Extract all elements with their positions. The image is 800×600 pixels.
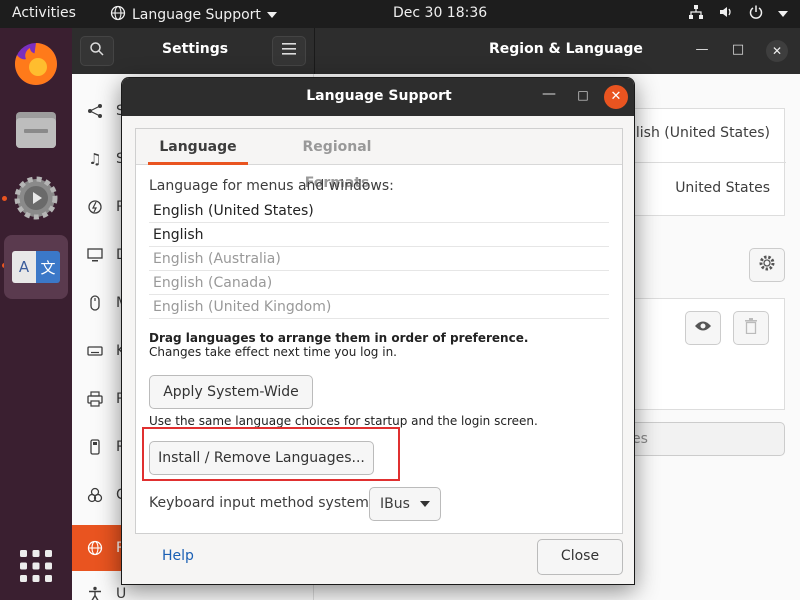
globe-icon [110,5,126,25]
accessibility-icon [86,585,104,600]
close-button[interactable]: ✕ [604,85,628,109]
app-menu-label: Language Support [132,7,261,23]
files-launcher[interactable] [4,100,68,164]
maximize-icon: □ [577,88,589,102]
clock[interactable]: Dec 30 18:36 [393,5,487,21]
search-button[interactable] [80,36,114,66]
settings-header-bar: Settings Region & Language — □ ✕ [72,28,800,74]
list-item[interactable]: English [149,223,609,247]
tab-regional-formats[interactable]: Regional Formats [272,129,402,191]
drag-instructions: Drag languages to arrange them in order … [149,331,528,359]
apply-system-wide-button[interactable]: Apply System-Wide [149,375,313,409]
hamburger-icon [282,43,296,59]
options-button[interactable] [749,248,785,282]
trash-icon [744,318,758,338]
dialog-header-bar: Language Support — □ ✕ [122,78,634,116]
mouse-icon [86,294,104,312]
header-divider [314,28,315,74]
list-item[interactable]: English (United Kingdom) [149,295,609,319]
language-list-label: Language for menus and windows: [149,178,394,194]
list-item[interactable]: English (United States) [149,199,609,223]
display-icon [86,246,104,264]
settings-title: Settings [162,41,229,57]
firefox-icon [12,40,60,92]
maximize-icon: □ [731,42,745,57]
tab-bar: Language Regional Formats [136,129,622,191]
drag-instructions-bold: Drag languages to arrange them in order … [149,331,529,345]
preview-input-source-button[interactable] [685,311,721,345]
chevron-down-icon [419,501,430,507]
settings-icon [13,175,59,225]
dock: A 文 [0,28,72,600]
sidebar-item-label: U [116,586,127,600]
gear-icon [758,254,776,276]
app-menu[interactable]: Language Support [110,5,277,25]
close-icon: ✕ [771,44,783,58]
globe-icon [86,539,104,557]
eye-icon [694,319,712,337]
keyboard-icon [86,342,104,360]
main-menu-button[interactable] [272,36,306,66]
help-button[interactable]: Help [162,548,194,564]
close-button[interactable]: ✕ [766,40,788,62]
top-bar: Activities Language Support Dec 30 18:36 [0,0,800,28]
activities-button[interactable]: Activities [12,5,76,21]
power-icon [748,4,764,24]
firefox-launcher[interactable] [4,34,68,98]
minimize-button[interactable]: — [692,42,712,62]
tab-panel: Language Regional Formats Language for m… [135,128,623,534]
chevron-down-icon [266,12,277,18]
panel-title: Region & Language [489,41,643,57]
close-icon: ✕ [610,89,622,104]
minimize-icon: — [695,42,709,57]
drag-instructions-detail: Changes take effect next time you log in… [149,345,397,359]
language-row-value[interactable]: nglish (United States) [618,125,770,141]
color-icon [86,486,104,504]
list-item[interactable]: English (Canada) [149,271,609,295]
share-icon [86,102,104,120]
files-icon [13,107,59,157]
chevron-down-icon [778,11,788,17]
maximize-button[interactable]: □ [728,42,748,62]
language-support-icon: A 文 [12,251,60,283]
apply-system-wide-note: Use the same language choices for startu… [149,414,538,428]
show-applications-button[interactable] [4,536,68,600]
music-icon: ♫ [88,150,102,168]
close-dialog-button[interactable]: Close [537,539,623,575]
settings-launcher[interactable] [4,168,68,232]
maximize-button[interactable]: □ [573,88,593,102]
printer-icon [86,390,104,408]
minimize-icon: — [542,86,556,102]
app-grid-icon [19,549,53,587]
remove-input-source-button[interactable] [733,311,769,345]
formats-row-value[interactable]: United States [675,180,770,196]
search-icon [89,41,105,61]
keyboard-input-method-select[interactable]: IBus [369,487,441,521]
install-remove-languages-button[interactable]: Install / Remove Languages... [149,441,374,475]
system-tray[interactable] [688,4,788,24]
language-support-launcher[interactable]: A 文 [4,235,68,299]
tab-language[interactable]: Language [148,129,248,165]
minimize-button[interactable]: — [539,86,559,102]
power-icon [86,198,104,216]
network-icon [688,4,704,24]
select-value: IBus [380,496,410,512]
volume-icon [718,4,734,24]
removable-media-icon [86,438,104,456]
language-support-dialog: Language Support — □ ✕ Language Regional… [121,77,635,585]
list-item[interactable]: English (Australia) [149,247,609,271]
language-list: English (United States) English English … [149,199,609,319]
keyboard-input-method-label: Keyboard input method system: [149,495,374,511]
